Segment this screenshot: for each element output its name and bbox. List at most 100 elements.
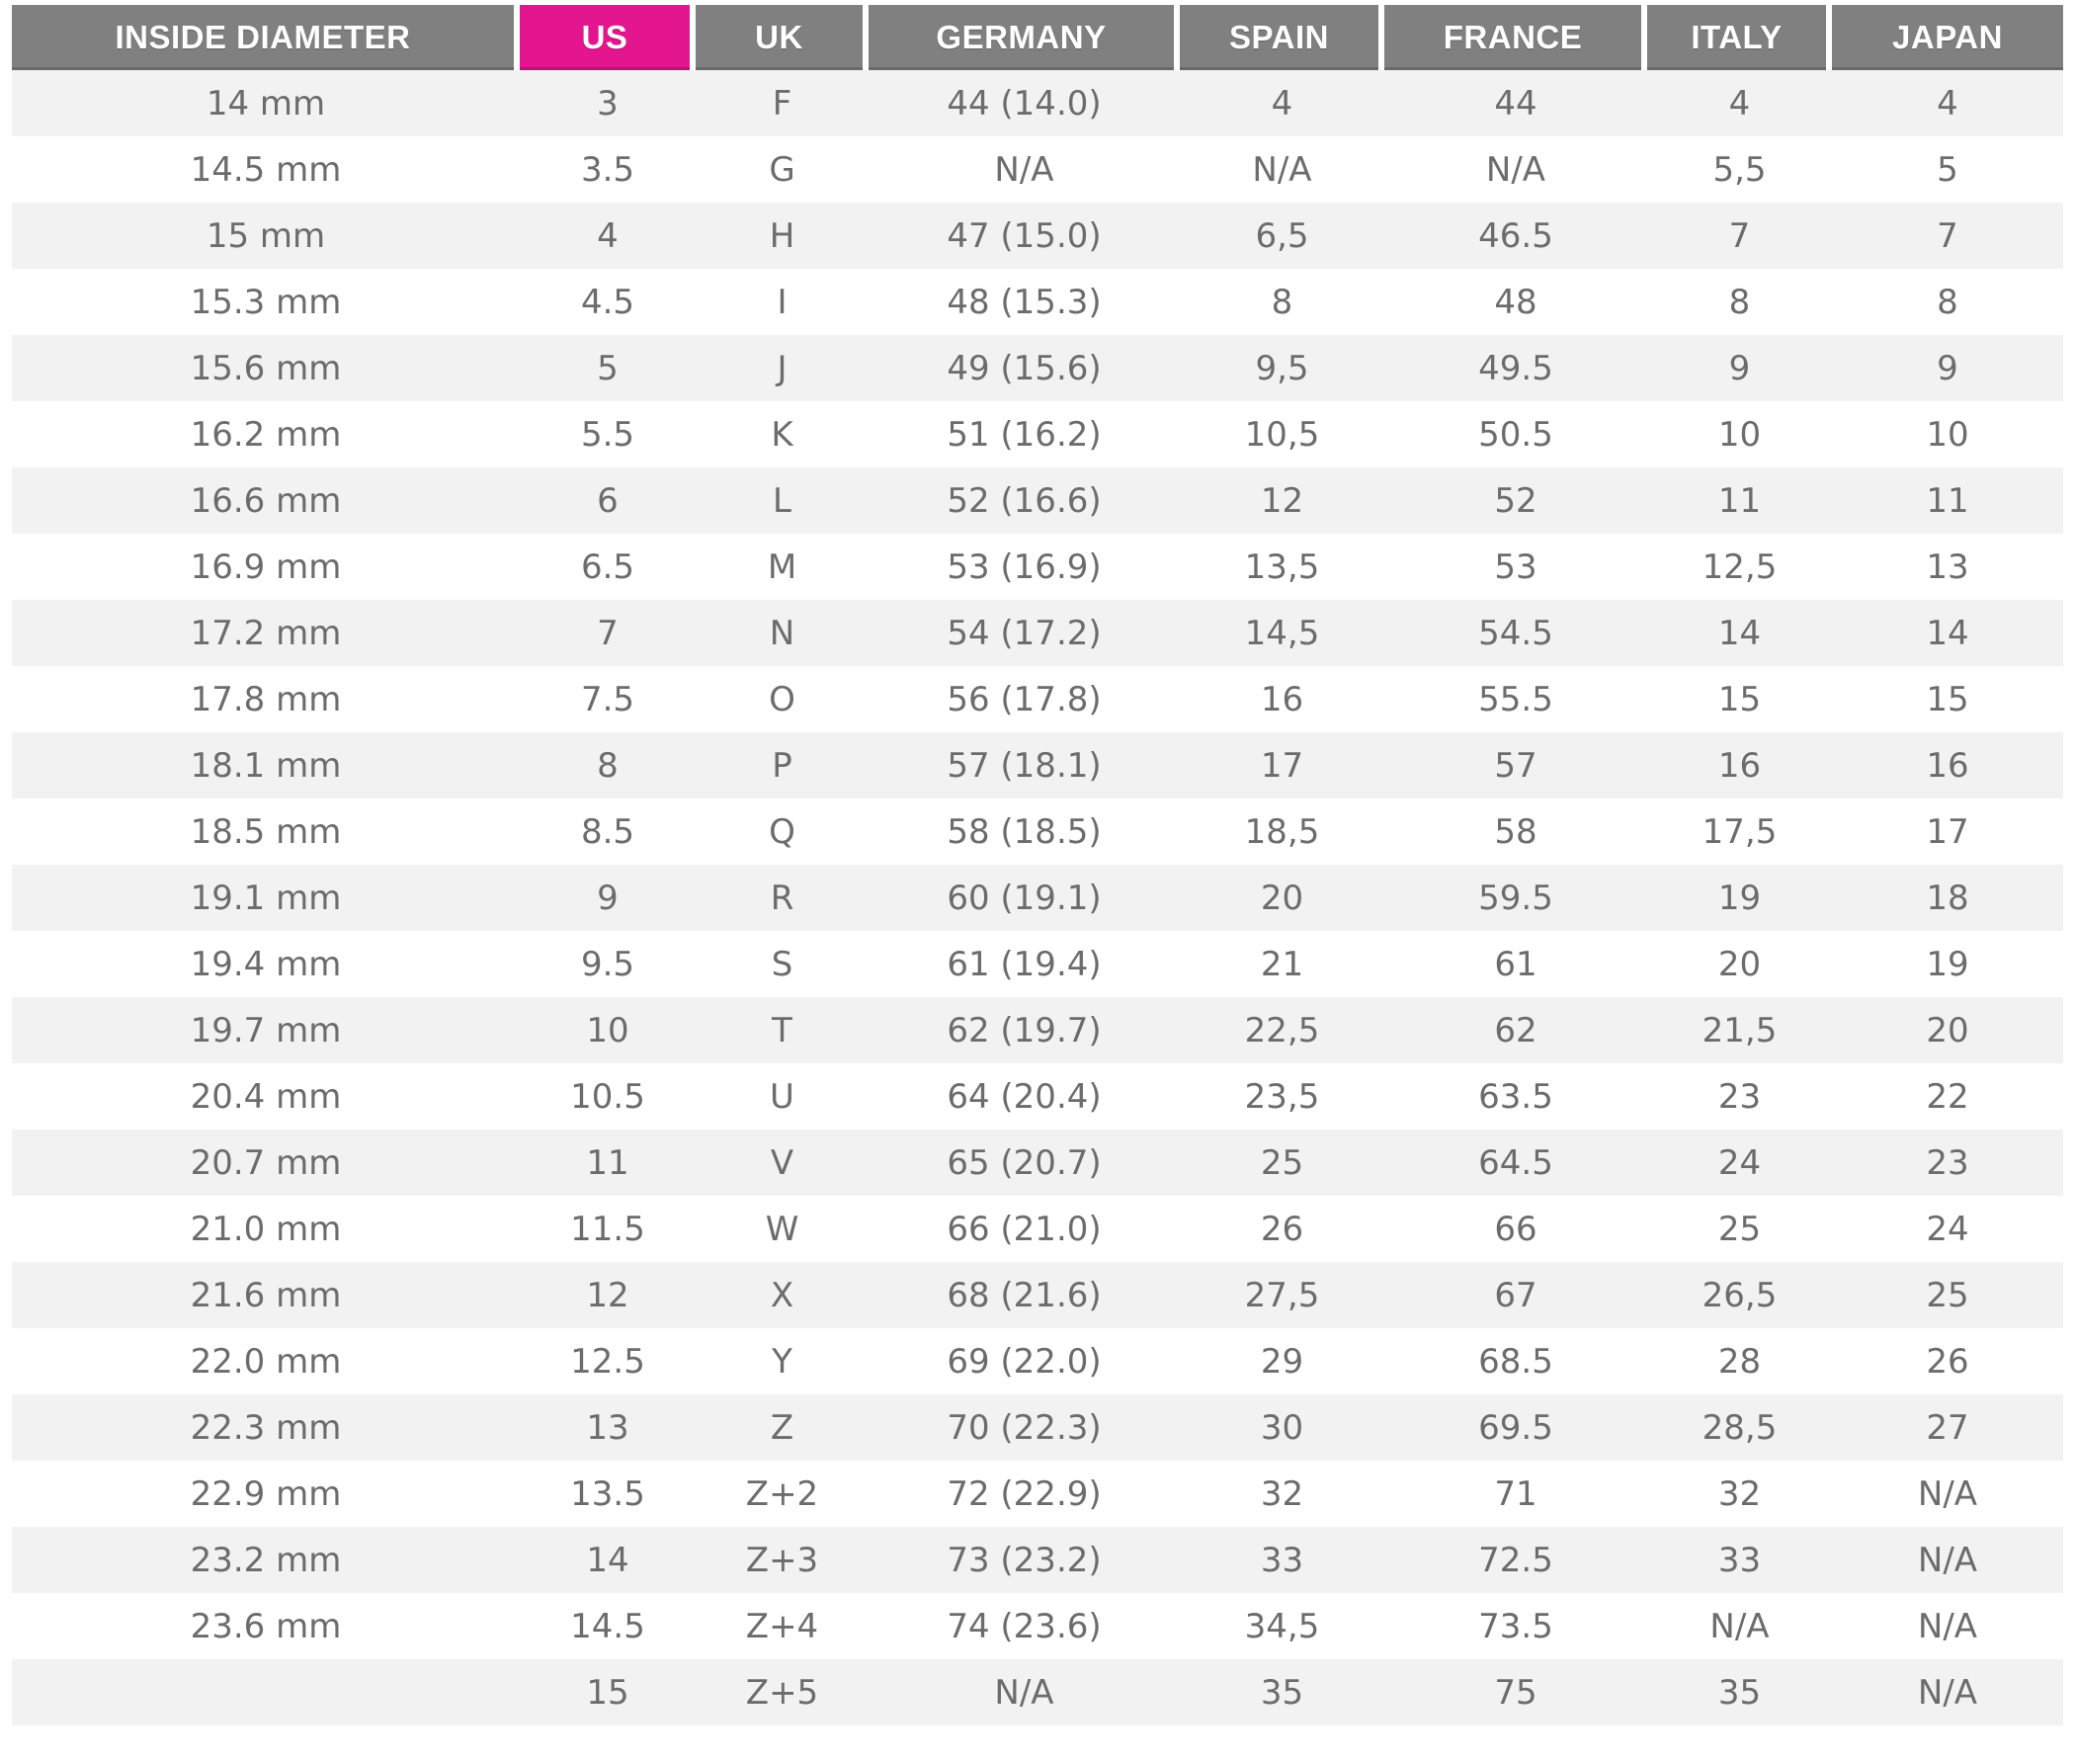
cell-germany: 53 (16.9) (869, 534, 1180, 600)
cell-spain: 23,5 (1180, 1063, 1384, 1130)
cell-germany: 54 (17.2) (869, 600, 1180, 666)
cell-us: 8.5 (520, 798, 696, 865)
cell-inside-diameter (12, 1659, 520, 1725)
cell-italy: 23 (1647, 1063, 1832, 1130)
cell-france: 49.5 (1384, 335, 1647, 401)
cell-inside-diameter: 22.0 mm (12, 1328, 520, 1394)
cell-uk: F (696, 70, 869, 136)
cell-uk: N (696, 600, 869, 666)
cell-spain: 12 (1180, 467, 1384, 534)
cell-uk: Q (696, 798, 869, 865)
cell-france: 55.5 (1384, 666, 1647, 732)
cell-inside-diameter: 15 mm (12, 203, 520, 269)
cell-uk: K (696, 401, 869, 467)
cell-spain: 33 (1180, 1527, 1384, 1593)
cell-us: 13.5 (520, 1461, 696, 1527)
cell-italy: 28 (1647, 1328, 1832, 1394)
cell-inside-diameter: 18.1 mm (12, 732, 520, 798)
cell-inside-diameter: 16.9 mm (12, 534, 520, 600)
cell-japan: 13 (1832, 534, 2063, 600)
table-row: 21.0 mm 11.5 W 66 (21.0) 26 66 25 24 (12, 1196, 2063, 1262)
cell-inside-diameter: 17.8 mm (12, 666, 520, 732)
cell-spain: 32 (1180, 1461, 1384, 1527)
header-row: INSIDE DIAMETER US UK GERMANY SPAIN FRAN… (12, 5, 2063, 70)
cell-uk: S (696, 931, 869, 997)
column-header-us: US (520, 5, 696, 70)
cell-france: 50.5 (1384, 401, 1647, 467)
cell-us: 13 (520, 1394, 696, 1461)
cell-france: 69.5 (1384, 1394, 1647, 1461)
table-row: 21.6 mm 12 X 68 (21.6) 27,5 67 26,5 25 (12, 1262, 2063, 1328)
cell-france: 46.5 (1384, 203, 1647, 269)
cell-japan: N/A (1832, 1659, 2063, 1725)
column-header-inside-diameter: INSIDE DIAMETER (12, 5, 520, 70)
table-row: 14 mm 3 F 44 (14.0) 4 44 4 4 (12, 70, 2063, 136)
cell-spain: 4 (1180, 70, 1384, 136)
cell-italy: 20 (1647, 931, 1832, 997)
cell-uk: T (696, 997, 869, 1063)
cell-inside-diameter: 19.1 mm (12, 865, 520, 931)
table-body: 14 mm 3 F 44 (14.0) 4 44 4 4 14.5 mm 3.5 G N/A N/A N/… (12, 70, 2063, 1725)
table-row: 22.9 mm 13.5 Z+2 72 (22.9) 32 71 32 N/A (12, 1461, 2063, 1527)
cell-uk: H (696, 203, 869, 269)
table-row: 22.0 mm 12.5 Y 69 (22.0) 29 68.5 28 26 (12, 1328, 2063, 1394)
cell-france: 73.5 (1384, 1593, 1647, 1659)
cell-us: 10.5 (520, 1063, 696, 1130)
cell-germany: 44 (14.0) (869, 70, 1180, 136)
cell-germany: 64 (20.4) (869, 1063, 1180, 1130)
cell-inside-diameter: 18.5 mm (12, 798, 520, 865)
cell-germany: 74 (23.6) (869, 1593, 1180, 1659)
column-header-japan: JAPAN (1832, 5, 2063, 70)
cell-inside-diameter: 21.0 mm (12, 1196, 520, 1262)
cell-japan: 20 (1832, 997, 2063, 1063)
cell-italy: 16 (1647, 732, 1832, 798)
table-row: 18.1 mm 8 P 57 (18.1) 17 57 16 16 (12, 732, 2063, 798)
cell-germany: 52 (16.6) (869, 467, 1180, 534)
table-row: 23.6 mm 14.5 Z+4 74 (23.6) 34,5 73.5 N/A N/A (12, 1593, 2063, 1659)
cell-uk: L (696, 467, 869, 534)
cell-us: 15 (520, 1659, 696, 1725)
cell-us: 7.5 (520, 666, 696, 732)
cell-italy: 15 (1647, 666, 1832, 732)
cell-spain: 18,5 (1180, 798, 1384, 865)
cell-inside-diameter: 17.2 mm (12, 600, 520, 666)
cell-spain: 25 (1180, 1130, 1384, 1196)
cell-italy: 5,5 (1647, 136, 1832, 203)
cell-spain: 21 (1180, 931, 1384, 997)
cell-spain: 17 (1180, 732, 1384, 798)
cell-france: 57 (1384, 732, 1647, 798)
cell-spain: 20 (1180, 865, 1384, 931)
cell-france: 44 (1384, 70, 1647, 136)
cell-spain: 35 (1180, 1659, 1384, 1725)
cell-italy: 35 (1647, 1659, 1832, 1725)
cell-germany: 60 (19.1) (869, 865, 1180, 931)
column-header-uk: UK (696, 5, 869, 70)
cell-us: 11.5 (520, 1196, 696, 1262)
cell-spain: 14,5 (1180, 600, 1384, 666)
cell-france: 66 (1384, 1196, 1647, 1262)
cell-italy: 4 (1647, 70, 1832, 136)
cell-inside-diameter: 19.7 mm (12, 997, 520, 1063)
cell-japan: 18 (1832, 865, 2063, 931)
cell-spain: 13,5 (1180, 534, 1384, 600)
cell-inside-diameter: 23.6 mm (12, 1593, 520, 1659)
cell-france: 62 (1384, 997, 1647, 1063)
cell-japan: 10 (1832, 401, 2063, 467)
cell-uk: Z+5 (696, 1659, 869, 1725)
cell-inside-diameter: 22.3 mm (12, 1394, 520, 1461)
cell-germany: 65 (20.7) (869, 1130, 1180, 1196)
cell-germany: 69 (22.0) (869, 1328, 1180, 1394)
cell-japan: 19 (1832, 931, 2063, 997)
cell-spain: 26 (1180, 1196, 1384, 1262)
column-header-spain: SPAIN (1180, 5, 1384, 70)
cell-spain: 9,5 (1180, 335, 1384, 401)
cell-italy: 19 (1647, 865, 1832, 931)
cell-inside-diameter: 23.2 mm (12, 1527, 520, 1593)
cell-spain: 27,5 (1180, 1262, 1384, 1328)
cell-italy: 21,5 (1647, 997, 1832, 1063)
table-row: 18.5 mm 8.5 Q 58 (18.5) 18,5 58 17,5 17 (12, 798, 2063, 865)
cell-japan: 16 (1832, 732, 2063, 798)
cell-us: 9 (520, 865, 696, 931)
cell-italy: 28,5 (1647, 1394, 1832, 1461)
cell-italy: 25 (1647, 1196, 1832, 1262)
